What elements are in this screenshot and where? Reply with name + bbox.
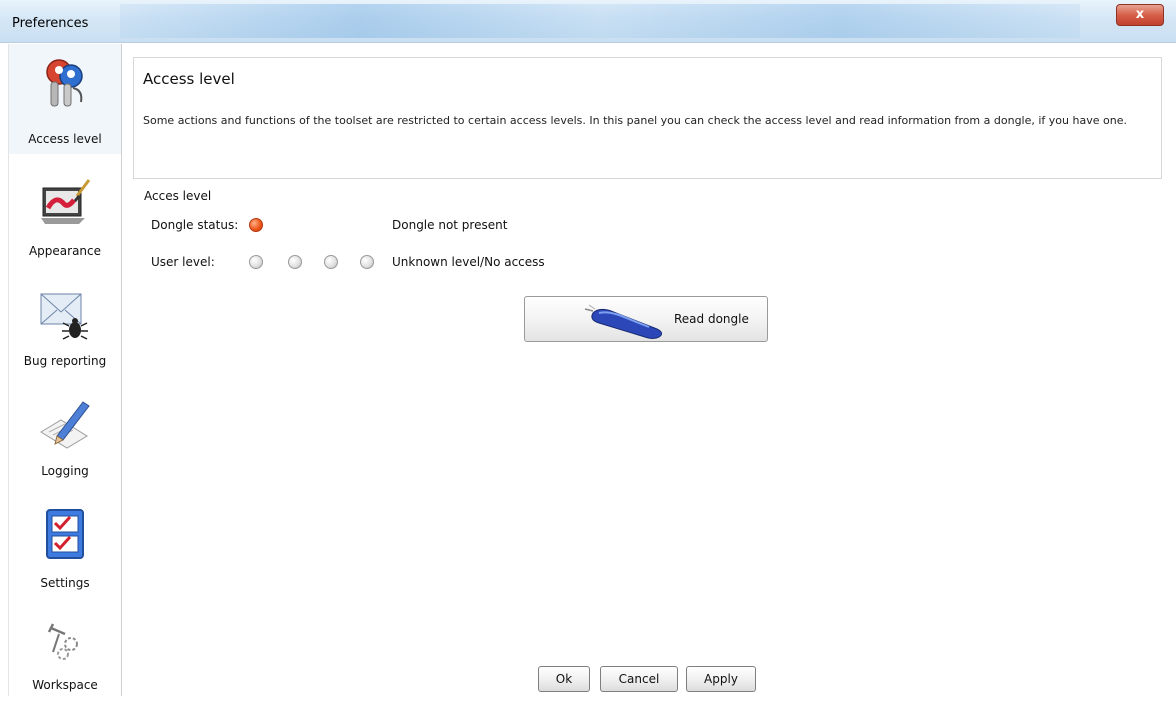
sidebar-item-label: Workspace: [32, 678, 98, 692]
read-dongle-label: Read dongle: [674, 312, 749, 326]
dongle-status-text: Dongle not present: [392, 218, 508, 232]
envelope-bug-icon: [40, 293, 88, 340]
page-description: Some actions and functions of the toolse…: [143, 114, 1127, 127]
checklist-icon: [46, 509, 84, 559]
title-bar: Preferences x: [0, 0, 1176, 43]
pencil-notepad-icon: [40, 401, 90, 449]
sidebar-item-label: Settings: [40, 576, 90, 590]
sidebar-item-label: Bug reporting: [23, 354, 107, 368]
sidebar-item-workspace[interactable]: Workspace: [9, 610, 121, 720]
ok-button[interactable]: Ok: [538, 666, 590, 692]
close-button[interactable]: x: [1116, 4, 1164, 26]
page-title: Access level: [143, 70, 235, 88]
keys-icon: [46, 59, 83, 107]
dongle-status-label: Dongle status:: [151, 218, 239, 232]
header-panel: Access level Some actions and functions …: [133, 57, 1162, 179]
apply-button[interactable]: Apply: [686, 666, 756, 692]
sidebar-item-label: Appearance: [28, 244, 102, 258]
user-level-label: User level:: [151, 255, 215, 269]
title-bar-glass: [120, 4, 1080, 38]
usb-dongle-icon: [584, 304, 663, 339]
user-level-text: Unknown level/No access: [392, 255, 545, 269]
window-title: Preferences: [12, 16, 89, 31]
tools-gears-icon: [47, 623, 78, 660]
sidebar-item-bug-reporting[interactable]: Bug reporting: [9, 276, 121, 386]
cancel-button[interactable]: Cancel: [600, 666, 678, 692]
user-level-led-3: [324, 255, 338, 269]
sidebar-item-appearance[interactable]: Appearance: [9, 164, 121, 274]
user-level-led-1: [249, 255, 263, 269]
user-level-led-4: [360, 255, 374, 269]
sidebar-item-access-level[interactable]: Access level: [9, 44, 121, 154]
section-label: Acces level: [144, 189, 212, 203]
sidebar-item-label: Logging: [41, 464, 89, 478]
sidebar: Access level Appearance Bug reporting Lo…: [8, 44, 122, 696]
read-dongle-button[interactable]: Read dongle: [524, 296, 768, 342]
sidebar-item-logging[interactable]: Logging: [9, 388, 121, 498]
sidebar-item-label: Access level: [28, 132, 102, 146]
user-level-led-2: [288, 255, 302, 269]
sidebar-item-settings[interactable]: Settings: [9, 500, 121, 610]
dongle-status-indicator: [249, 218, 263, 232]
paint-monitor-icon: [41, 179, 91, 224]
